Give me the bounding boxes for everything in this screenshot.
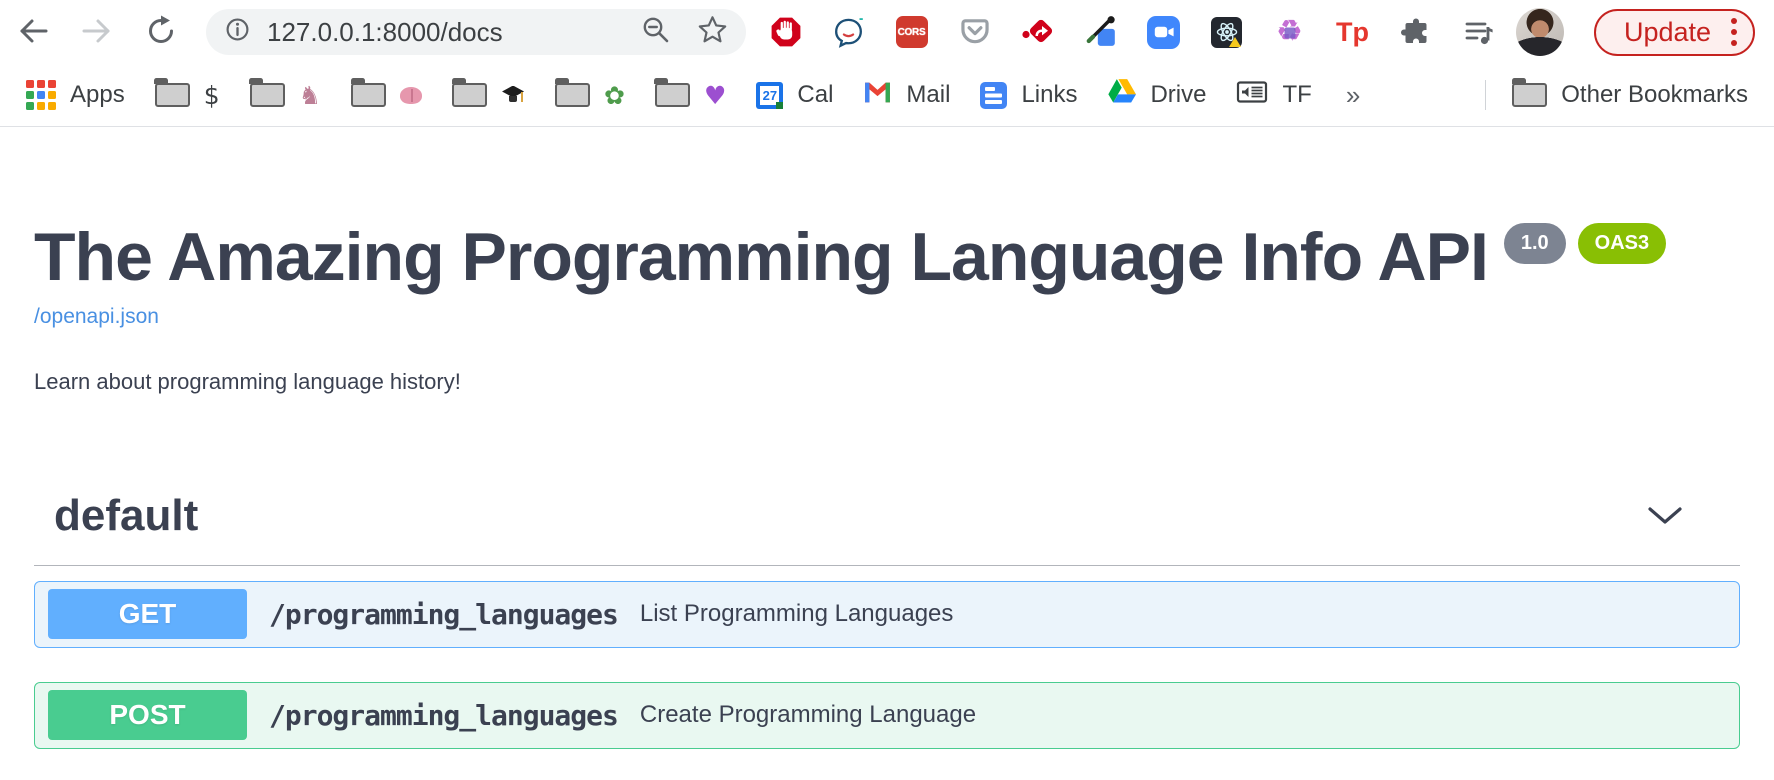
gmail-icon	[863, 80, 892, 111]
operation-path: /programming_languages	[269, 699, 618, 732]
bookmarks-bar: Apps $ ♞ ✿ ♥ 27 Cal Mail	[0, 64, 1774, 127]
operation-row-get[interactable]: GET /programming_languages List Programm…	[34, 581, 1740, 648]
video-camera-icon	[1147, 16, 1180, 49]
dollar-emoji: $	[204, 83, 220, 108]
folder-icon	[1512, 83, 1547, 107]
tag-title: default	[54, 491, 198, 542]
collapse-chevron-icon[interactable]	[1647, 506, 1683, 526]
calendar-day: 27	[760, 86, 779, 105]
apps-grid-icon	[26, 80, 56, 110]
url-text: 127.0.0.1:8000/docs	[267, 17, 641, 48]
recycle-extension-icon[interactable]: ♻	[1258, 9, 1321, 55]
forward-arrow-icon	[81, 15, 113, 50]
default-tag-section: default GET /programming_languages List …	[34, 491, 1740, 749]
brain-emoji	[400, 87, 422, 104]
folder-icon	[250, 83, 285, 107]
bookmark-folder-purple-heart[interactable]: ♥	[655, 83, 726, 108]
bookmark-folder-brain[interactable]	[351, 83, 422, 107]
swagger-docs-page: The Amazing Programming Language Info AP…	[0, 219, 1774, 749]
adblock-extension-icon[interactable]	[754, 9, 817, 55]
operation-row-post[interactable]: POST /programming_languages Create Progr…	[34, 682, 1740, 749]
operation-path: /programming_languages	[269, 598, 618, 631]
bookmark-folder-dollar[interactable]: $	[155, 83, 220, 108]
extensions-puzzle-icon[interactable]	[1384, 9, 1447, 55]
address-bar[interactable]: 127.0.0.1:8000/docs	[206, 9, 746, 55]
links-label: Links	[1021, 81, 1077, 109]
folder-icon	[155, 83, 190, 107]
extensions-row: CORS ♻ Tp	[754, 9, 1510, 55]
calendar-label: Cal	[797, 81, 833, 109]
bookmark-calendar[interactable]: 27 Cal	[756, 81, 833, 109]
folder-icon	[351, 83, 386, 107]
bookmark-mail[interactable]: Mail	[863, 80, 950, 111]
default-section-header[interactable]: default	[34, 491, 1740, 566]
back-button[interactable]	[16, 15, 50, 49]
pocket-extension-icon[interactable]	[943, 9, 1006, 55]
chrome-update-button[interactable]: Update	[1594, 9, 1755, 56]
openapi-spec-link[interactable]: /openapi.json	[34, 305, 159, 329]
google-drive-icon	[1107, 79, 1136, 111]
bookmark-folder-herb[interactable]: ✿	[555, 83, 625, 108]
update-label: Update	[1624, 17, 1711, 48]
bookmarks-divider	[1485, 80, 1487, 110]
operation-summary: List Programming Languages	[640, 600, 954, 628]
drive-label: Drive	[1150, 81, 1206, 109]
links-doc-icon	[980, 82, 1007, 109]
react-atom-icon	[1211, 17, 1242, 48]
purple-heart-emoji: ♥	[704, 83, 726, 108]
api-description: Learn about programming language history…	[34, 369, 1733, 395]
back-arrow-icon	[17, 15, 49, 50]
cors-extension-icon[interactable]: CORS	[880, 9, 943, 55]
page-title: The Amazing Programming Language Info AP…	[34, 219, 1488, 295]
browser-toolbar: 127.0.0.1:8000/docs CORS	[0, 0, 1774, 64]
herb-emoji: ✿	[604, 83, 625, 108]
profile-avatar[interactable]	[1516, 8, 1564, 56]
zoom-out-icon[interactable]	[641, 15, 671, 50]
carousel-horse-emoji: ♞	[299, 83, 321, 108]
operation-summary: Create Programming Language	[640, 701, 976, 729]
tp-extension-icon[interactable]: Tp	[1321, 9, 1384, 55]
tp-label: Tp	[1336, 17, 1369, 48]
bookmark-tf[interactable]: TF	[1236, 78, 1311, 113]
bookmark-star-icon[interactable]	[697, 14, 728, 50]
apps-label: Apps	[70, 81, 125, 109]
folder-icon	[655, 83, 690, 107]
playlist-music-extension-icon[interactable]	[1447, 9, 1510, 55]
oas3-badge: OAS3	[1578, 223, 1666, 264]
post-method-button[interactable]: POST	[48, 690, 247, 740]
reload-icon	[145, 15, 177, 50]
folder-icon	[452, 83, 487, 107]
red-share-arrow-extension-icon[interactable]	[1006, 9, 1069, 55]
google-calendar-icon: 27	[756, 82, 783, 109]
graduation-cap-emoji	[501, 86, 525, 105]
color-picker-extension-icon[interactable]	[1069, 9, 1132, 55]
chat-bubble-extension-icon[interactable]	[817, 9, 880, 55]
recycle-core-square	[1284, 27, 1295, 38]
bookmarks-overflow-chevron[interactable]: »	[1342, 80, 1364, 111]
version-badge: 1.0	[1504, 223, 1566, 264]
bookmark-links[interactable]: Links	[980, 81, 1077, 109]
reload-button[interactable]	[144, 15, 178, 49]
bookmark-folder-graduation[interactable]	[452, 83, 525, 107]
browser-menu-kebab-icon[interactable]	[1731, 18, 1737, 46]
tf-label: TF	[1282, 81, 1311, 109]
folder-icon	[555, 83, 590, 107]
bookmark-drive[interactable]: Drive	[1107, 79, 1206, 111]
react-devtools-extension-icon[interactable]	[1195, 9, 1258, 55]
bookmark-apps[interactable]: Apps	[26, 80, 125, 110]
cors-label: CORS	[896, 16, 928, 48]
zoom-extension-icon[interactable]	[1132, 9, 1195, 55]
mail-label: Mail	[906, 81, 950, 109]
other-bookmarks[interactable]: Other Bookmarks	[1512, 81, 1748, 109]
warning-triangle-icon	[1229, 37, 1241, 47]
forward-button[interactable]	[80, 15, 114, 49]
get-method-button[interactable]: GET	[48, 589, 247, 639]
site-info-icon[interactable]	[224, 16, 251, 48]
other-bookmarks-label: Other Bookmarks	[1561, 81, 1748, 109]
tf-announcement-favicon	[1236, 78, 1268, 113]
bookmark-folder-carousel-horse[interactable]: ♞	[250, 83, 321, 108]
